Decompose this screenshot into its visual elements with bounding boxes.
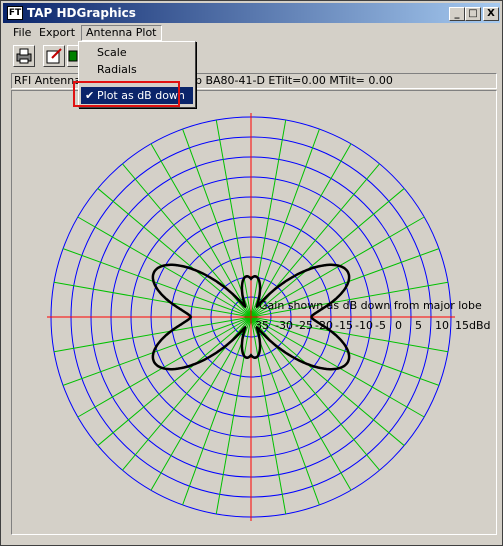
scale-label: -10	[355, 319, 373, 332]
title-bar[interactable]: FT TAP HDGraphics _ □ X	[3, 3, 500, 23]
scale-label: -20	[315, 319, 333, 332]
menu-bar: File Export Antenna Plot	[3, 24, 500, 42]
scale-label: 10	[435, 319, 449, 332]
menu-file[interactable]: File	[9, 25, 35, 41]
minimize-button[interactable]: _	[449, 7, 465, 21]
printer-icon	[16, 48, 32, 64]
menu-item-radials-label: Radials	[97, 63, 137, 76]
scale-label: -30	[275, 319, 293, 332]
print-button[interactable]	[13, 45, 35, 67]
window-title: TAP HDGraphics	[27, 6, 136, 20]
highlight-annotation	[73, 81, 180, 107]
close-button[interactable]: X	[483, 7, 499, 21]
edit-button[interactable]	[43, 45, 65, 67]
scale-label: 0	[395, 319, 402, 332]
scale-label: 5	[415, 319, 422, 332]
maximize-button[interactable]: □	[465, 7, 481, 21]
edit-icon	[46, 48, 62, 64]
scale-label: 15dBd	[455, 319, 491, 332]
plot-annotation: Gain shown as dB down from major lobe	[259, 299, 482, 312]
export-icon	[68, 50, 78, 62]
menu-item-scale-label: Scale	[97, 46, 127, 59]
scale-label: -15	[335, 319, 353, 332]
app-icon: FT	[7, 6, 23, 20]
polar-plot: Gain shown as dB down from major lobe35-…	[47, 113, 491, 521]
menu-item-scale[interactable]: Scale	[81, 44, 193, 61]
scale-label: -25	[295, 319, 313, 332]
antenna-plot-area: Gain shown as dB down from major lobe 35-…	[11, 90, 497, 535]
menu-export[interactable]: Export	[35, 25, 79, 41]
scale-label: -5	[375, 319, 386, 332]
scale-label: 35	[255, 319, 269, 332]
menu-antenna-plot[interactable]: Antenna Plot	[81, 25, 162, 41]
status-right-text: up BA80-41-D ETilt=0.00 MTilt= 0.00	[188, 74, 393, 87]
menu-item-radials[interactable]: Radials	[81, 61, 193, 78]
